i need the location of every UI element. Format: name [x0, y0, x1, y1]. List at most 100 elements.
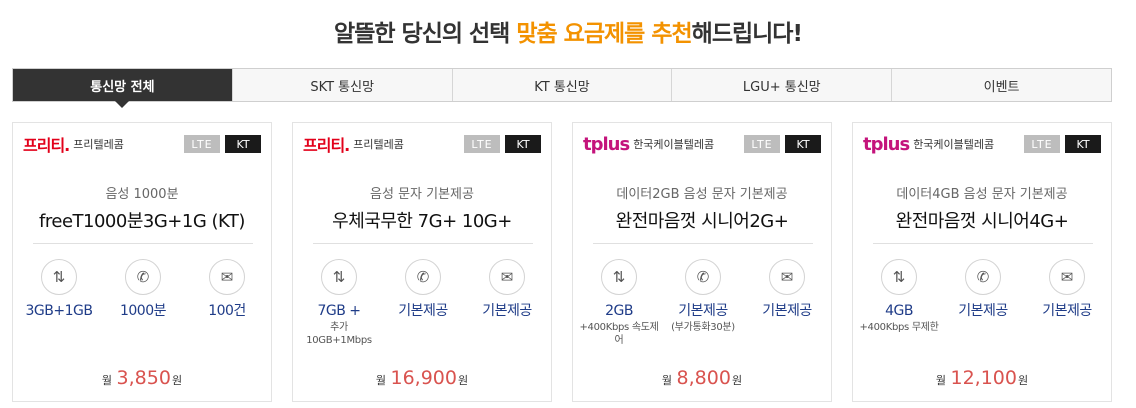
badge-group: LTE KT: [744, 135, 821, 153]
plan-price: 월 12,100원: [853, 367, 1111, 389]
feature-value: 4GB: [885, 303, 913, 319]
price-amount: 8,800: [676, 367, 731, 389]
price-unit: 원: [171, 374, 183, 387]
feature-value: 7GB +: [317, 303, 361, 319]
carrier-logo: tplus 한국케이블텔레콤: [583, 134, 715, 155]
feature-value: 기본제공: [762, 303, 812, 319]
plan-price: 월 16,900원: [293, 367, 551, 389]
headline-highlight: 맞춤 요금제를 추천: [516, 21, 692, 47]
network-badge: LTE: [464, 135, 500, 153]
plan-card[interactable]: tplus 한국케이블텔레콤 LTE KT 데이터4GB 음성 문자 기본제공완전마음껏…: [852, 122, 1112, 402]
tab-lgu-network[interactable]: LGU+ 통신망: [671, 69, 891, 101]
company-name: 한국케이블텔레콤: [633, 138, 715, 151]
plan-card[interactable]: 프리티. 프리텔레콤 LTE KT 음성 문자 기본제공우체국무한 7G+ 10G+ ⇅ 7…: [292, 122, 552, 402]
data-arrows-icon: ⇅: [321, 259, 357, 295]
plan-description: 데이터4GB 음성 문자 기본제공: [896, 187, 1068, 202]
data-arrows-icon: ⇅: [41, 259, 77, 295]
data-arrows-icon: ⇅: [601, 259, 637, 295]
plan-price: 월 3,850원: [13, 367, 271, 389]
plan-name: freeT1000분3G+1G (KT): [39, 211, 245, 232]
plan-price: 월 8,800원: [573, 367, 831, 389]
plan-feature: ✉ 기본제공: [467, 259, 547, 321]
page-headline: 알뜰한 당신의 선택 맞춤 요금제를 추천해드립니다!: [0, 14, 1136, 48]
plan-feature: ⇅ 3GB+1GB: [19, 259, 99, 321]
phone-icon: ✆: [125, 259, 161, 295]
plan-name: 완전마음껏 시니어4G+: [895, 211, 1069, 232]
feature-value: 1000분: [119, 303, 167, 319]
company-name: 한국케이블텔레콤: [913, 138, 995, 151]
price-unit: 원: [731, 374, 743, 387]
price-unit: 원: [1017, 374, 1029, 387]
brand-logo: 프리티.: [303, 136, 350, 155]
phone-icon: ✆: [965, 259, 1001, 295]
carrier-logo: 프리티. 프리텔레콤: [303, 135, 404, 155]
feature-note: +400Kbps 무제한: [859, 321, 939, 333]
plan-description: 음성 1000분: [105, 187, 179, 202]
price-amount: 3,850: [116, 367, 171, 389]
network-badge: LTE: [1024, 135, 1060, 153]
price-amount: 12,100: [950, 367, 1017, 389]
plan-feature: ⇅ 7GB + 추가10GB+1Mbps: [299, 259, 379, 347]
brand-logo: tplus: [863, 133, 910, 155]
divider: [873, 243, 1093, 244]
plan-feature: ✆ 1000분: [103, 259, 183, 321]
network-badge: LTE: [744, 135, 780, 153]
badge-group: LTE KT: [184, 135, 261, 153]
mail-icon: ✉: [769, 259, 805, 295]
carrier-logo: 프리티. 프리텔레콤: [23, 135, 124, 155]
mail-icon: ✉: [209, 259, 245, 295]
tab-all-networks[interactable]: 통신망 전체: [13, 69, 232, 108]
tab-skt-network[interactable]: SKT 통신망: [231, 69, 452, 101]
plan-card[interactable]: tplus 한국케이블텔레콤 LTE KT 데이터2GB 음성 문자 기본제공완전마음껏…: [572, 122, 832, 402]
network-tabs: 통신망 전체 SKT 통신망 KT 통신망 LGU+ 통신망 이벤트: [12, 68, 1112, 108]
price-amount: 16,900: [390, 367, 457, 389]
phone-icon: ✆: [685, 259, 721, 295]
plan-feature: ✆ 기본제공: [383, 259, 463, 321]
plan-card[interactable]: 프리티. 프리텔레콤 LTE KT 음성 1000분 freeT1000분3G+1G (K…: [12, 122, 272, 402]
badge-group: LTE KT: [464, 135, 541, 153]
price-prefix: 월: [661, 374, 673, 387]
price-prefix: 월: [935, 374, 946, 387]
carrier-badge: KT: [505, 135, 541, 153]
mail-icon: ✉: [489, 259, 525, 295]
plan-feature: ✆ 기본제공 (부가통화30분): [663, 259, 743, 334]
plan-feature: ✉ 기본제공: [747, 259, 827, 321]
feature-value: 100건: [208, 303, 246, 319]
plan-feature: ✉ 기본제공: [1027, 259, 1107, 321]
network-badge: LTE: [184, 135, 220, 153]
feature-value: 기본제공: [958, 303, 1008, 319]
feature-note: (부가통화30분): [671, 321, 735, 333]
price-prefix: 월: [375, 374, 386, 387]
divider: [593, 243, 813, 244]
company-name: 프리텔레콤: [73, 138, 124, 151]
feature-value: 기본제공: [1042, 303, 1092, 319]
price-unit: 원: [457, 374, 469, 387]
brand-logo: 프리티.: [23, 136, 70, 155]
headline-text-end: 해드립니다!: [691, 21, 803, 47]
plan-name: 우체국무한 7G+ 10G+: [332, 211, 512, 232]
feature-note: 추가10GB+1Mbps: [306, 321, 372, 346]
divider: [33, 243, 253, 244]
divider: [313, 243, 533, 244]
company-name: 프리텔레콤: [353, 138, 404, 151]
feature-value: 기본제공: [678, 303, 728, 319]
plan-card-list: 프리티. 프리텔레콤 LTE KT 음성 1000분 freeT1000분3G+1G (K…: [12, 122, 1112, 402]
plan-feature: ✉ 100건: [187, 259, 267, 321]
tab-kt-network[interactable]: KT 통신망: [451, 69, 672, 101]
feature-value: 기본제공: [398, 303, 448, 319]
phone-icon: ✆: [405, 259, 441, 295]
carrier-badge: KT: [1065, 135, 1101, 153]
carrier-logo: tplus 한국케이블텔레콤: [863, 133, 995, 155]
plan-feature: ✆ 기본제공: [943, 259, 1023, 321]
feature-value: 기본제공: [482, 303, 532, 319]
badge-group: LTE KT: [1024, 135, 1101, 153]
tab-event[interactable]: 이벤트: [891, 69, 1111, 101]
plan-description: 데이터2GB 음성 문자 기본제공: [616, 187, 788, 202]
mail-icon: ✉: [1049, 259, 1085, 295]
plan-description: 음성 문자 기본제공: [370, 187, 474, 202]
plan-feature: ⇅ 2GB +400Kbps 속도제어: [579, 259, 659, 347]
feature-value: 2GB: [605, 303, 633, 319]
carrier-badge: KT: [785, 135, 821, 153]
feature-value: 3GB+1GB: [25, 303, 93, 319]
plan-name: 완전마음껏 시니어2G+: [615, 211, 789, 232]
